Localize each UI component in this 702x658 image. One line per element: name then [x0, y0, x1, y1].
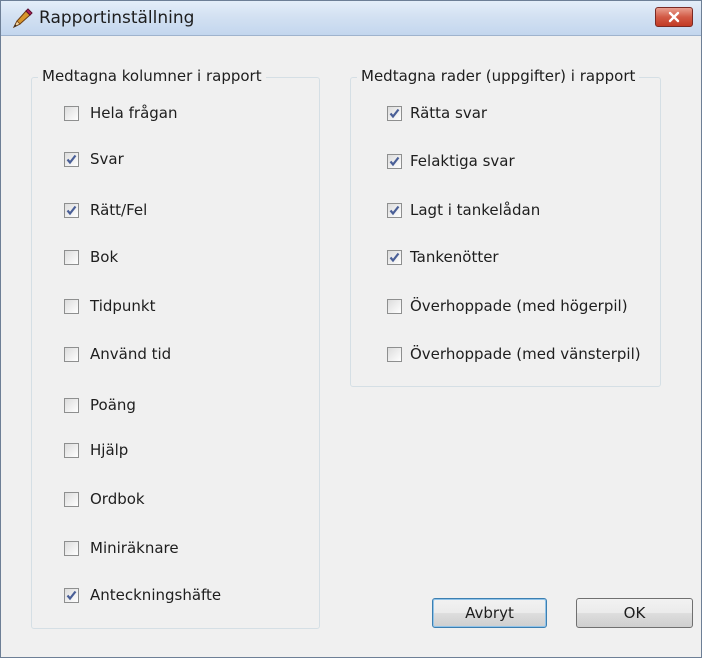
- checkbox-label: Överhoppade (med vänsterpil): [410, 345, 641, 363]
- title-bar[interactable]: Rapportinställning: [1, 1, 701, 36]
- checkbox-box[interactable]: [64, 202, 79, 218]
- checkbox-label: Överhoppade (med högerpil): [410, 297, 628, 315]
- checkbox-box[interactable]: [64, 249, 79, 265]
- checkbox-box[interactable]: [64, 587, 79, 603]
- checkbox-bok[interactable]: Bok: [64, 246, 118, 268]
- checkbox-box[interactable]: [64, 105, 79, 121]
- close-button[interactable]: [655, 7, 693, 27]
- checkbox-miniraknare[interactable]: Miniräknare: [64, 537, 179, 559]
- pencil-icon: [11, 8, 33, 30]
- checkbox-label: Bok: [90, 248, 119, 266]
- checkmark-icon: [66, 205, 77, 215]
- close-icon: [668, 11, 680, 23]
- checkbox-poang[interactable]: Poäng: [64, 394, 136, 416]
- rows-group-legend: Medtagna rader (uppgifter) i rapport: [357, 67, 640, 85]
- checkmark-icon: [389, 108, 400, 118]
- checkbox-box[interactable]: [64, 540, 79, 556]
- checkbox-label: Felaktiga svar: [410, 152, 515, 170]
- checkbox-felaktiga-svar[interactable]: Felaktiga svar: [387, 150, 515, 172]
- checkbox-label: Miniräknare: [90, 539, 179, 557]
- checkbox-label: Rätt/Fel: [90, 201, 148, 219]
- checkbox-overhoppade-vansterpil[interactable]: Överhoppade (med vänsterpil): [387, 343, 641, 365]
- checkmark-icon: [66, 590, 77, 600]
- checkbox-box[interactable]: [64, 298, 79, 314]
- checkbox-label: Tankenötter: [410, 248, 499, 266]
- checkbox-box[interactable]: [64, 151, 79, 167]
- columns-group-legend: Medtagna kolumner i rapport: [38, 67, 266, 85]
- dialog-window: Rapportinställning Medtagna kolumner i r…: [0, 0, 702, 658]
- checkbox-ordbok[interactable]: Ordbok: [64, 488, 145, 510]
- checkbox-anvand-tid[interactable]: Använd tid: [64, 343, 171, 365]
- checkbox-box[interactable]: [387, 105, 402, 121]
- checkbox-hela-fragan[interactable]: Hela frågan: [64, 102, 178, 124]
- checkbox-box[interactable]: [64, 397, 79, 413]
- checkbox-lagt-i-tankeladan[interactable]: Lagt i tankelådan: [387, 199, 540, 221]
- checkbox-box[interactable]: [64, 491, 79, 507]
- checkbox-label: Anteckningshäfte: [90, 586, 222, 604]
- checkbox-box[interactable]: [387, 202, 402, 218]
- checkbox-ratt-fel[interactable]: Rätt/Fel: [64, 199, 147, 221]
- checkbox-svar[interactable]: Svar: [64, 148, 124, 170]
- window-title: Rapportinställning: [39, 8, 195, 28]
- checkmark-icon: [389, 205, 400, 215]
- ok-button[interactable]: OK: [576, 598, 693, 628]
- checkbox-tidpunkt[interactable]: Tidpunkt: [64, 295, 156, 317]
- checkbox-label: Ordbok: [90, 490, 145, 508]
- checkmark-icon: [389, 252, 400, 262]
- checkbox-label: Hela frågan: [90, 104, 178, 122]
- checkmark-icon: [389, 156, 400, 166]
- checkbox-box[interactable]: [64, 346, 79, 362]
- checkbox-label: Tidpunkt: [90, 297, 156, 315]
- checkbox-anteckningshafte[interactable]: Anteckningshäfte: [64, 584, 221, 606]
- checkbox-box[interactable]: [387, 346, 402, 362]
- checkbox-label: Poäng: [90, 396, 136, 414]
- checkbox-box[interactable]: [387, 298, 402, 314]
- checkbox-hjalp[interactable]: Hjälp: [64, 439, 128, 461]
- checkbox-label: Använd tid: [90, 345, 172, 363]
- checkbox-label: Hjälp: [90, 441, 129, 459]
- checkbox-overhoppade-hogerpil[interactable]: Överhoppade (med högerpil): [387, 295, 628, 317]
- checkbox-box[interactable]: [387, 249, 402, 265]
- checkbox-box[interactable]: [387, 153, 402, 169]
- checkbox-ratta-svar[interactable]: Rätta svar: [387, 102, 487, 124]
- checkbox-label: Svar: [90, 150, 124, 168]
- checkbox-box[interactable]: [64, 442, 79, 458]
- cancel-button[interactable]: Avbryt: [432, 598, 547, 628]
- checkbox-label: Lagt i tankelådan: [410, 201, 541, 219]
- checkbox-tankenotter[interactable]: Tankenötter: [387, 246, 499, 268]
- checkbox-label: Rätta svar: [410, 104, 488, 122]
- checkmark-icon: [66, 154, 77, 164]
